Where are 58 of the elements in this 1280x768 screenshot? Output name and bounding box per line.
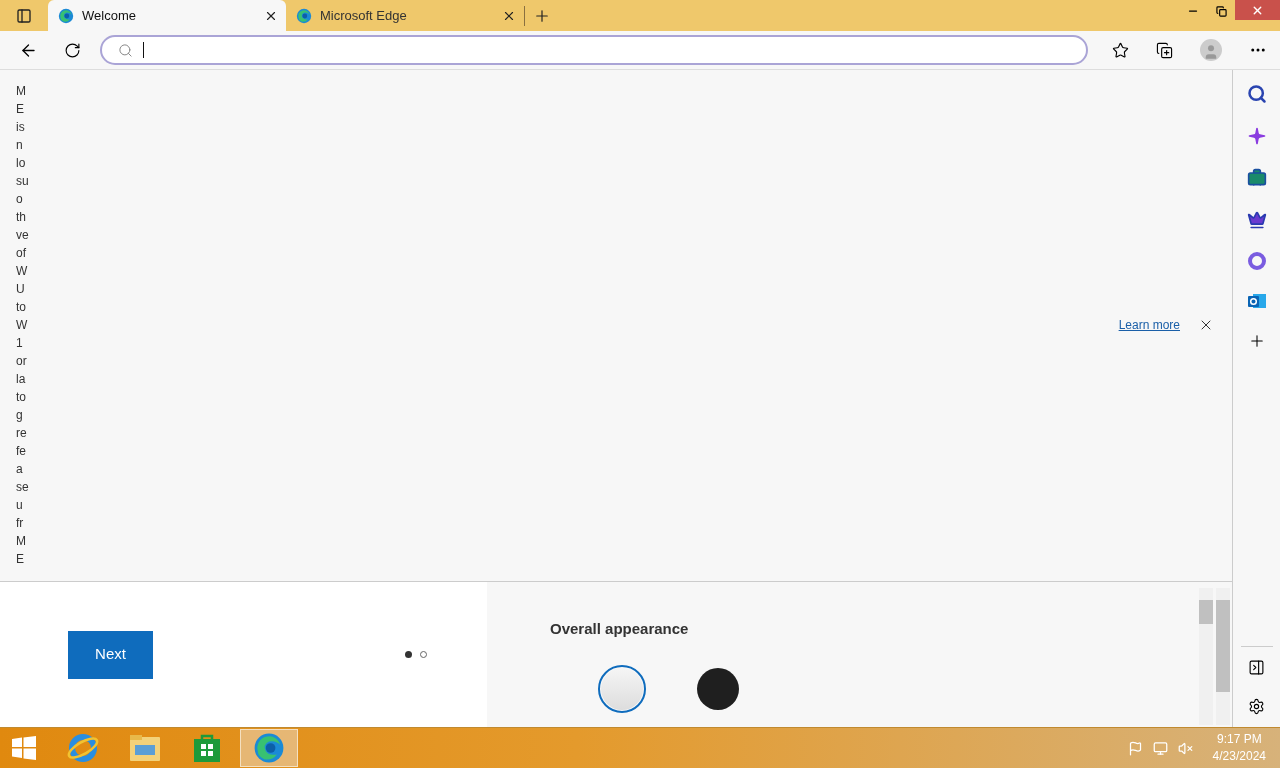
banner-text-fragment: re: [16, 425, 28, 442]
banner-text-fragment: fe: [16, 443, 27, 460]
banner-text-fragment: M: [16, 533, 27, 550]
banner-text-fragment: th: [16, 209, 27, 226]
banner-text-fragment: is: [16, 119, 26, 136]
taskbar-app[interactable]: [240, 729, 298, 767]
clock-time: 9:17 PM: [1216, 731, 1262, 748]
settings-icon[interactable]: [1248, 698, 1265, 715]
browser-tab[interactable]: Microsoft Edge: [286, 0, 524, 31]
store-bag-icon: [192, 733, 222, 763]
banner-text-fragment: of: [16, 245, 27, 262]
next-button[interactable]: Next: [68, 630, 153, 679]
clock-date: 4/23/2024: [1212, 748, 1266, 765]
banner-text-fragment: su: [16, 173, 29, 190]
mail-app-icon[interactable]: [1246, 292, 1267, 310]
banner-text-fragment: U: [16, 281, 26, 298]
search-icon[interactable]: [1246, 84, 1267, 104]
start-windows-icon[interactable]: [11, 735, 37, 761]
banner-text-fragment: lo: [16, 155, 27, 172]
scrollbar[interactable]: [1216, 588, 1230, 725]
tab-title: Microsoft Edge: [320, 6, 408, 25]
banner-text-fragment: to: [16, 389, 27, 406]
profile-avatar[interactable]: [1199, 39, 1222, 61]
folder-icon: [129, 733, 161, 763]
edge-logo-icon: [253, 732, 285, 764]
refresh-icon[interactable]: [63, 41, 81, 59]
banner-text-fragment: o: [16, 191, 24, 208]
edge-logo-icon: [58, 7, 74, 24]
banner-text-fragment: E: [16, 551, 25, 568]
learn-more-link[interactable]: Learn more: [1118, 315, 1180, 334]
banner-text-fragment: a: [16, 461, 24, 478]
banner-text-fragment: u: [16, 497, 24, 514]
banner-text-fragment: E: [16, 101, 25, 118]
banner-text-fragment: la: [16, 371, 27, 388]
banner-text-fragment: n: [16, 137, 24, 154]
banner-text-fragment: se: [16, 479, 29, 496]
briefcase-icon[interactable]: [1246, 168, 1267, 188]
banner-text-fragment: g: [16, 407, 24, 424]
banner-text-fragment: fr: [16, 515, 25, 532]
section-title: Overall appearance: [550, 619, 690, 639]
banner-text-fragment: W: [16, 263, 29, 280]
favorites-icon[interactable]: [1111, 41, 1129, 59]
restore-icon[interactable]: [1215, 5, 1227, 17]
sparkle-icon[interactable]: [1246, 126, 1267, 146]
hide-sidebar-icon[interactable]: [1248, 659, 1265, 676]
scrollbar[interactable]: [1199, 588, 1213, 725]
search-icon: [118, 42, 133, 58]
banner-text-fragment: to: [16, 299, 27, 316]
browser-tab[interactable]: Welcome: [48, 0, 286, 31]
collections-icon[interactable]: [1155, 41, 1173, 59]
banner-text-fragment: ve: [16, 227, 29, 244]
banner-text-fragment: M: [16, 83, 27, 100]
tab-actions-icon[interactable]: [16, 7, 32, 24]
banner-text-fragment: W: [16, 317, 29, 334]
banner-text-fragment: or: [16, 353, 28, 370]
banner-text-fragment: 1: [16, 335, 24, 352]
edge-logo-icon: [296, 7, 312, 24]
tab-title: Welcome: [82, 6, 137, 25]
